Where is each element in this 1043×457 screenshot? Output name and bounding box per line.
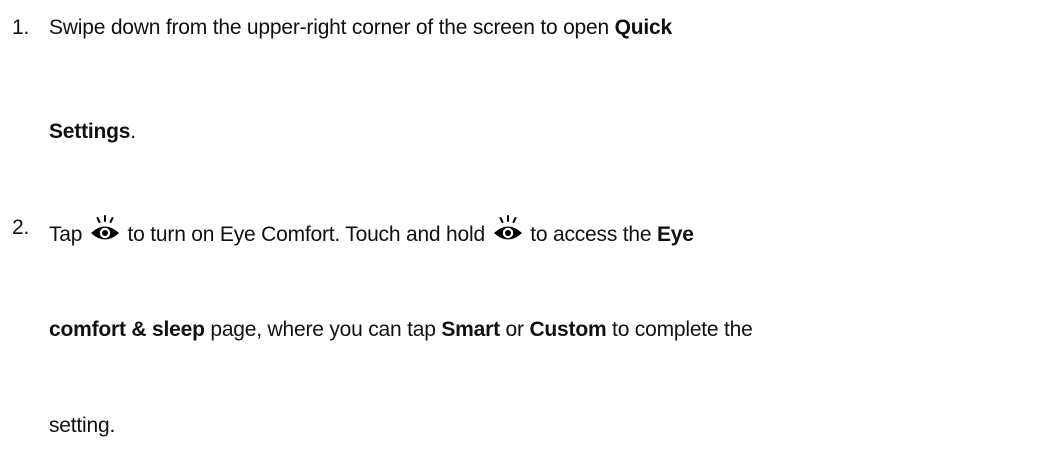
step-2-number: 2. <box>12 216 30 239</box>
step-2-text-e: or <box>499 318 530 341</box>
smart-option-label: Smart <box>441 318 500 341</box>
step-2-line-2: comfort & sleep page, where you can tap … <box>49 316 753 344</box>
step-2-text-g: setting. <box>49 414 116 437</box>
quick-settings-label-part-2: Settings <box>49 120 131 143</box>
instruction-steps: 1. Swipe down from the upper-right corne… <box>0 0 1043 457</box>
step-2-text-f: to complete the <box>606 318 753 341</box>
quick-settings-label-part-1: Quick <box>614 16 673 39</box>
step-1-number: 1. <box>12 16 30 39</box>
step-2-text: Tap to turn on Eye Comfort. Touch and ho… <box>49 214 694 249</box>
step-2-text-a: Tap <box>49 223 88 246</box>
step-2-text-c: to access the <box>524 223 657 246</box>
step-1-text: Swipe down from the upper-right corner o… <box>49 14 672 42</box>
step-1-text-a: Swipe down from the upper-right corner o… <box>49 16 615 39</box>
eye-comfort-icon <box>90 214 120 244</box>
step-2-text-b: to turn on Eye Comfort. Touch and hold <box>121 223 491 246</box>
step-1-line-2: Settings. <box>49 118 136 146</box>
step-1-period: . <box>130 120 136 143</box>
eye-comfort-icon <box>493 214 523 244</box>
eye-comfort-sleep-label-part-1: Eye <box>656 223 694 246</box>
eye-comfort-sleep-label-part-2: comfort & sleep <box>49 318 205 341</box>
custom-option-label: Custom <box>529 318 607 341</box>
step-2-text-d: page, where you can tap <box>204 318 442 341</box>
step-2-line-3: setting. <box>49 412 115 440</box>
